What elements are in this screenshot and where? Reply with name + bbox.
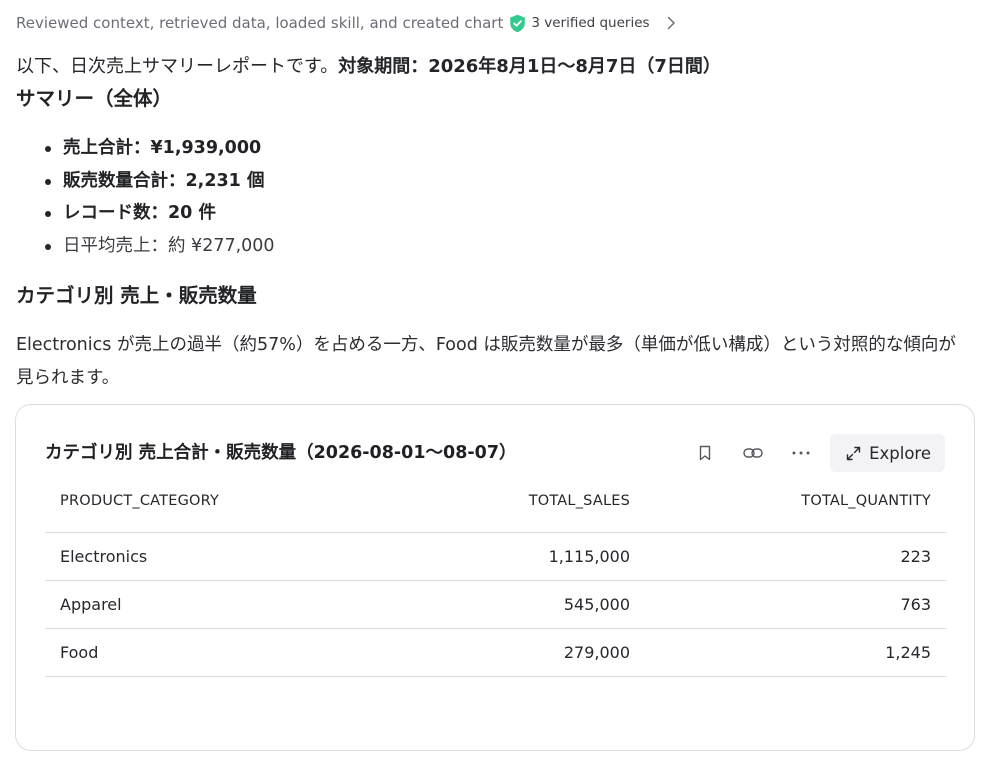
verified-queries-label: 3 verified queries bbox=[531, 15, 650, 31]
table-header-row: PRODUCT_CATEGORY TOTAL_SALES TOTAL_QUANT… bbox=[45, 493, 946, 533]
summary-list: 売上合計：¥1,939,000 販売数量合計：2,231 個 レコード数：20 … bbox=[42, 134, 275, 265]
cell-total-quantity: 1,245 bbox=[885, 643, 931, 662]
category-description: Electronics が売上の過半（約57%）を占める一方、Food は販売数… bbox=[16, 335, 956, 388]
cell-product-category: Apparel bbox=[60, 595, 122, 614]
cell-product-category: Electronics bbox=[60, 547, 148, 566]
summary-item-daily-average: 日平均売上：約 ¥277,000 bbox=[42, 232, 275, 265]
summary-item-total-quantity: 販売数量合計：2,231 個 bbox=[42, 167, 275, 200]
table-row: Electronics 1,115,000 223 bbox=[45, 533, 946, 581]
column-header-product-category[interactable]: PRODUCT_CATEGORY bbox=[45, 493, 345, 509]
activity-status-text: Reviewed context, retrieved data, loaded… bbox=[16, 14, 504, 32]
cell-total-quantity: 223 bbox=[900, 547, 931, 566]
intro-period: 対象期間：2026年8月1日〜8月7日（7日間） bbox=[338, 56, 721, 77]
bookmark-icon bbox=[699, 445, 711, 461]
cell-product-category: Food bbox=[60, 643, 99, 662]
cell-total-sales: 545,000 bbox=[563, 595, 630, 614]
card-toolbar: Explore bbox=[681, 434, 945, 472]
column-header-total-sales[interactable]: TOTAL_SALES bbox=[345, 493, 630, 509]
more-options-button[interactable] bbox=[777, 434, 825, 472]
column-header-total-quantity[interactable]: TOTAL_QUANTITY bbox=[630, 493, 931, 509]
results-table: PRODUCT_CATEGORY TOTAL_SALES TOTAL_QUANT… bbox=[45, 493, 946, 677]
chevron-right-icon[interactable] bbox=[666, 16, 676, 30]
summary-heading: サマリー（全体） bbox=[16, 87, 173, 110]
link-icon bbox=[743, 448, 763, 458]
explore-label: Explore bbox=[869, 443, 931, 463]
cell-total-sales: 1,115,000 bbox=[548, 547, 630, 566]
cell-total-quantity: 763 bbox=[900, 595, 931, 614]
expand-icon bbox=[846, 446, 861, 460]
copy-link-button[interactable] bbox=[729, 434, 777, 472]
cell-total-sales: 279,000 bbox=[563, 643, 630, 662]
verified-queries-badge[interactable]: 3 verified queries bbox=[509, 14, 650, 33]
category-heading: カテゴリ別 売上・販売数量 bbox=[16, 284, 257, 307]
explore-button[interactable]: Explore bbox=[830, 434, 945, 472]
summary-item-record-count: レコード数：20 件 bbox=[42, 199, 275, 232]
result-table-card: カテゴリ別 売上合計・販売数量（2026-08-01〜08-07） Explor… bbox=[15, 404, 975, 751]
activity-status-line[interactable]: Reviewed context, retrieved data, loaded… bbox=[16, 12, 676, 34]
summary-item-total-sales: 売上合計：¥1,939,000 bbox=[42, 134, 275, 167]
bookmark-button[interactable] bbox=[681, 434, 729, 472]
verified-shield-icon bbox=[510, 14, 526, 32]
table-row: Food 279,000 1,245 bbox=[45, 629, 946, 677]
intro-sentence: 以下、日次売上サマリーレポートです。 bbox=[16, 56, 339, 77]
more-icon bbox=[792, 451, 810, 455]
card-title: カテゴリ別 売上合計・販売数量（2026-08-01〜08-07） bbox=[45, 443, 517, 463]
intro-text: 以下、日次売上サマリーレポートです。対象期間：2026年8月1日〜8月7日（7日… bbox=[16, 55, 721, 79]
table-row: Apparel 545,000 763 bbox=[45, 581, 946, 629]
